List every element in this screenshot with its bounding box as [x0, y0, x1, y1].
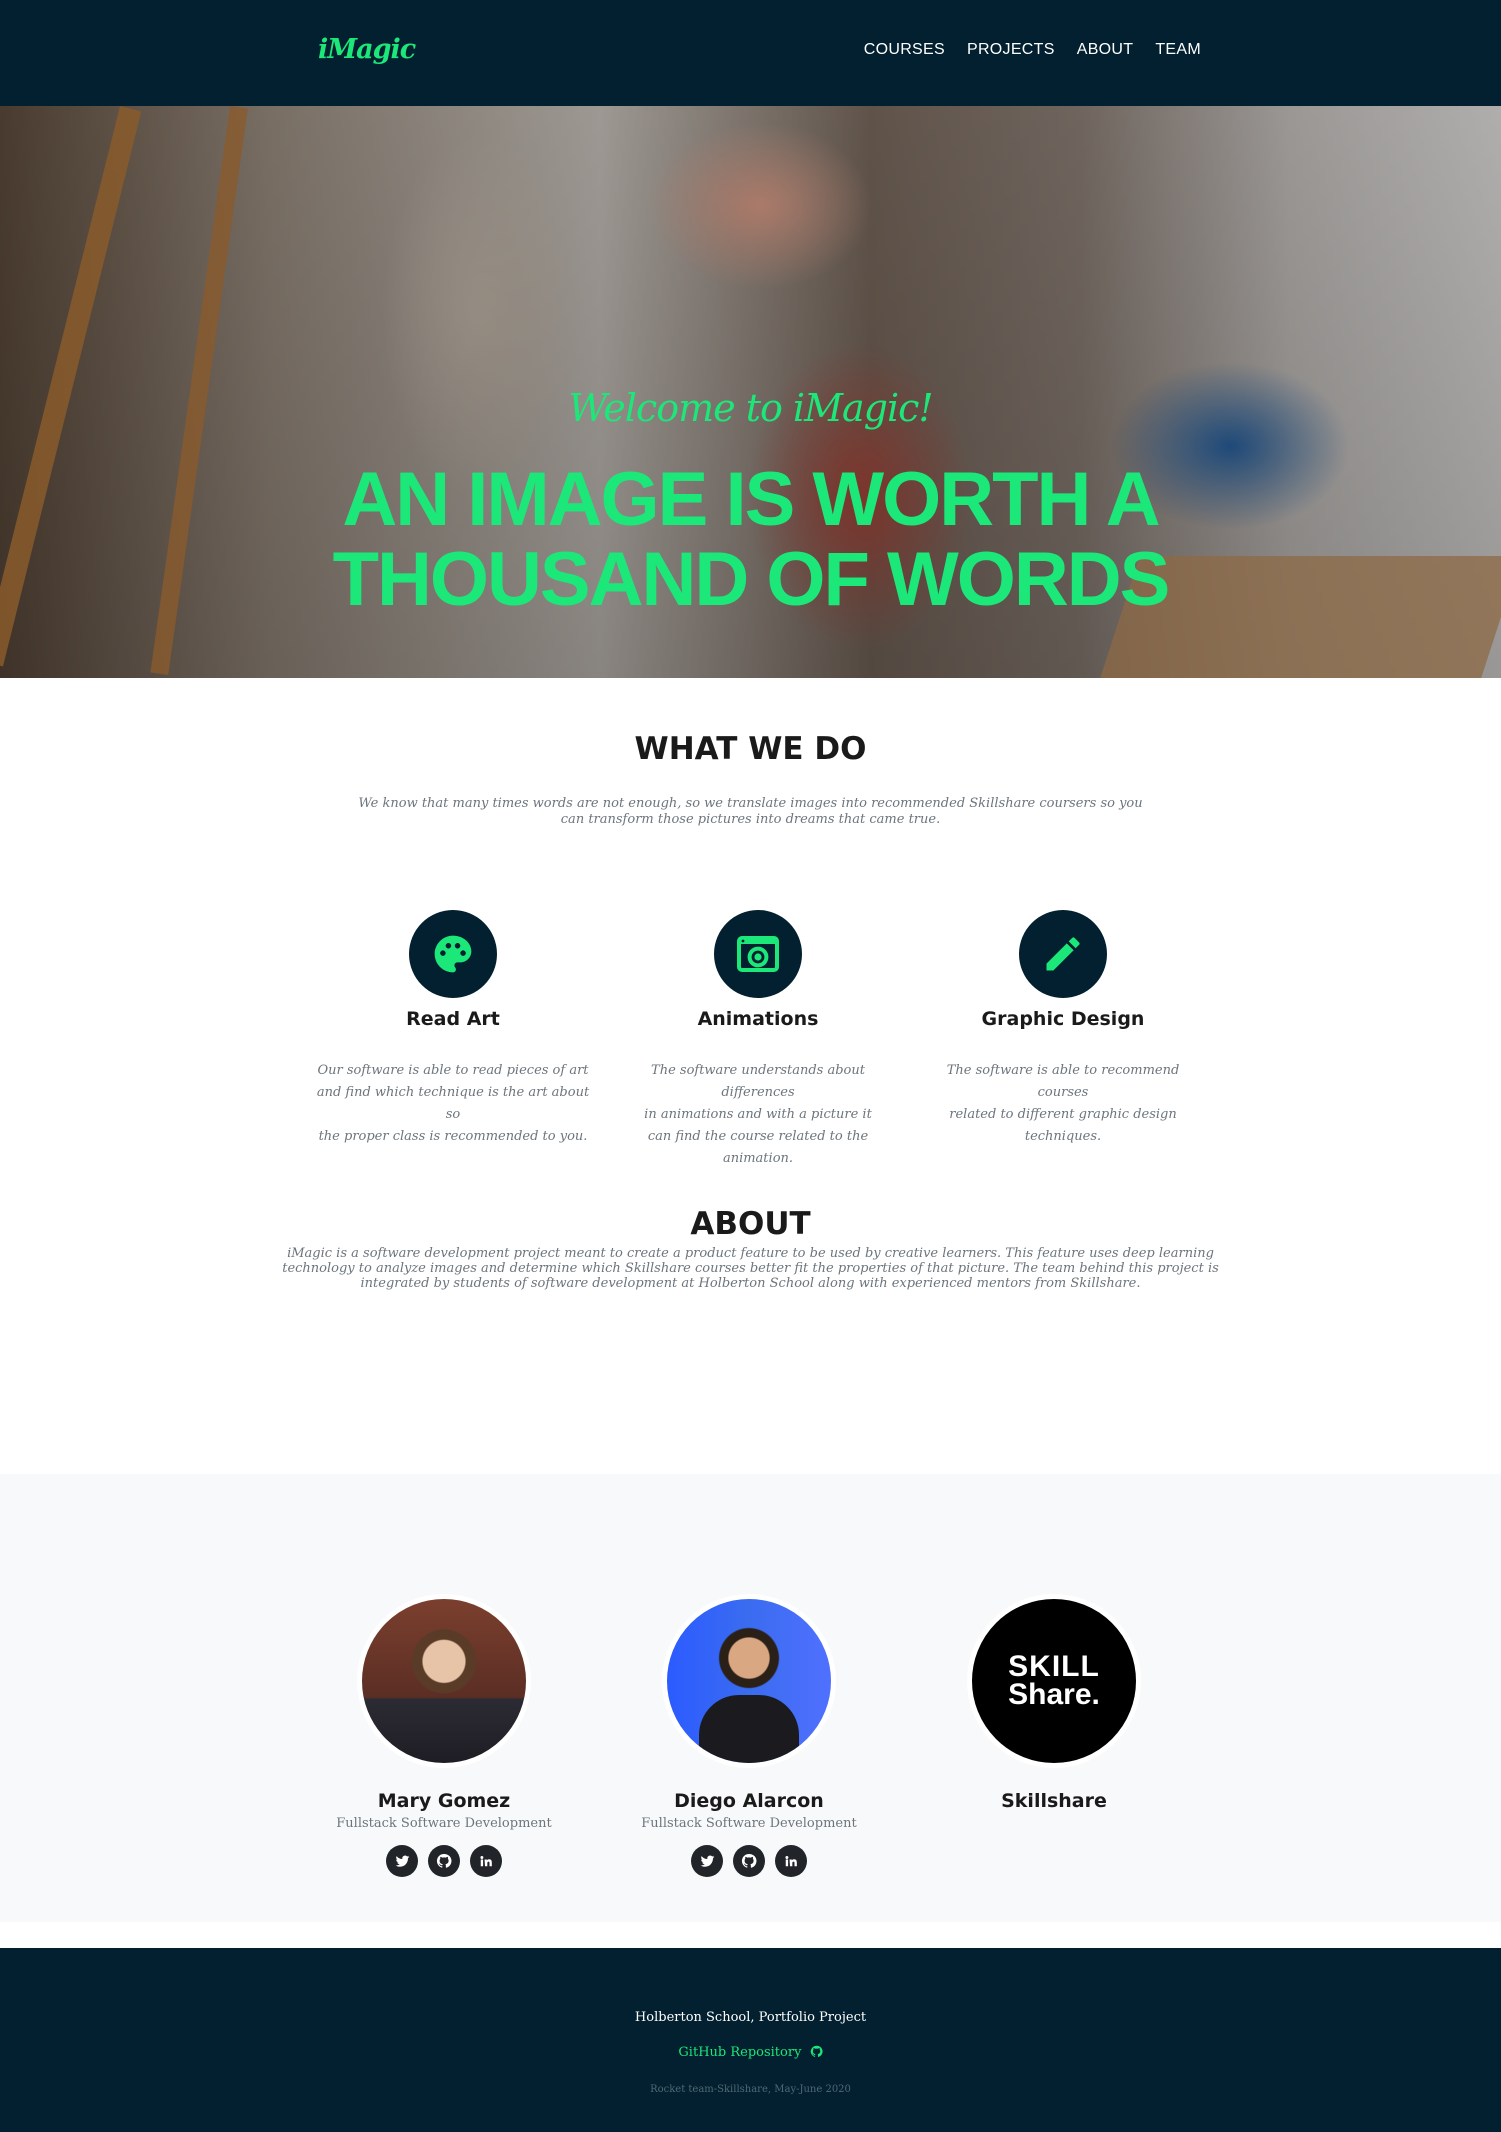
what-we-do-text-line2: can transform those pictures into dreams…: [560, 812, 941, 827]
hero-title: AN IMAGE IS WORTH A THOUSAND OF WORDS: [0, 460, 1501, 620]
service-text-line: the proper class is recommended to you.: [318, 1129, 588, 1144]
skillshare-logo-line2: Share.: [1008, 1678, 1100, 1711]
service-text-line: Our software is able to read pieces of a…: [317, 1063, 589, 1078]
service-icon-circle: [409, 910, 497, 998]
twitter-icon[interactable]: [386, 1845, 418, 1877]
team-member-diego: Diego Alarcon Fullstack Software Develop…: [609, 1594, 889, 1877]
pencil-icon: [1046, 937, 1080, 971]
service-graphic-design: Graphic Design The software is able to r…: [923, 910, 1203, 1148]
linkedin-icon[interactable]: [775, 1845, 807, 1877]
service-title: Graphic Design: [981, 1008, 1145, 1030]
nav-link-courses[interactable]: COURSES: [864, 41, 945, 59]
member-role: Fullstack Software Development: [336, 1816, 552, 1831]
avatar: [357, 1594, 531, 1768]
github-repository-link[interactable]: GitHub Repository: [0, 2045, 1501, 2060]
github-icon[interactable]: [733, 1845, 765, 1877]
service-title: Animations: [697, 1008, 819, 1030]
about-text-line1: iMagic is a software development project…: [287, 1246, 1214, 1261]
social-links: [609, 1845, 889, 1877]
about-title: ABOUT: [690, 1206, 811, 1242]
about-text: iMagic is a software development project…: [280, 1246, 1221, 1291]
footer-title: Holberton School, Portfolio Project: [634, 2010, 867, 2025]
navbar: iMagic COURSES PROJECTS ABOUT TEAM: [0, 0, 1501, 106]
hero-title-line2: THOUSAND OF WORDS: [332, 537, 1171, 622]
hero-title-line1: AN IMAGE IS WORTH A: [342, 457, 1160, 542]
service-icon-circle: [1019, 910, 1107, 998]
service-read-art: Read Art Our software is able to read pi…: [313, 910, 593, 1148]
service-text: Our software is able to read pieces of a…: [313, 1060, 593, 1148]
service-animations: Animations The software understands abou…: [618, 910, 898, 1170]
team-member-skillshare: SKILL Share. Skillshare: [914, 1594, 1194, 1812]
team-member-mary: Mary Gomez Fullstack Software Developmen…: [304, 1594, 584, 1877]
member-name: Mary Gomez: [377, 1790, 511, 1812]
nav-link-projects[interactable]: PROJECTS: [967, 41, 1055, 59]
member-role: Fullstack Software Development: [641, 1816, 857, 1831]
hero-subtitle: Welcome to iMagic!: [568, 386, 933, 430]
twitter-icon[interactable]: [691, 1845, 723, 1877]
footer: Holberton School, Portfolio Project GitH…: [0, 1948, 1501, 2132]
service-text-line: and find which technique is the art abou…: [316, 1085, 590, 1122]
member-name: Skillshare: [1001, 1790, 1107, 1812]
service-icon-circle: [714, 910, 802, 998]
palette-icon: [434, 935, 472, 973]
social-links: [304, 1845, 584, 1877]
member-name: Diego Alarcon: [674, 1790, 824, 1812]
footer-copyright: Rocket team-Skillshare, May-June 2020: [650, 2084, 851, 2095]
service-text: The software understands about differenc…: [618, 1060, 898, 1170]
hero-section: Welcome to iMagic! AN IMAGE IS WORTH A T…: [0, 106, 1501, 678]
service-title: Read Art: [406, 1008, 500, 1030]
about-text-line2: technology to analyze images and determi…: [282, 1261, 1219, 1276]
service-text-line: related to different graphic design tech…: [949, 1107, 1177, 1144]
brand-logo[interactable]: iMagic: [318, 34, 416, 65]
skillshare-logo: SKILL Share.: [967, 1594, 1141, 1768]
about-text-line3: integrated by students of software devel…: [360, 1276, 1141, 1291]
team-section: Mary Gomez Fullstack Software Developmen…: [0, 1474, 1501, 1922]
avatar: [662, 1594, 836, 1768]
linkedin-icon[interactable]: [470, 1845, 502, 1877]
avatar-shirt: [699, 1695, 799, 1763]
nav-link-team[interactable]: TEAM: [1155, 41, 1201, 59]
skillshare-logo-line1: SKILL: [1008, 1650, 1100, 1683]
what-we-do-text: We know that many times words are not en…: [300, 796, 1201, 828]
github-icon: [810, 2045, 823, 2057]
camera-icon: [737, 936, 779, 972]
service-text-line: can find the course related to the anima…: [647, 1129, 869, 1166]
what-we-do-title: WHAT WE DO: [634, 731, 867, 767]
github-icon[interactable]: [428, 1845, 460, 1877]
nav-links: COURSES PROJECTS ABOUT TEAM: [864, 41, 1201, 59]
service-text: The software is able to recommend course…: [923, 1060, 1203, 1148]
github-repository-label[interactable]: GitHub Repository: [678, 2045, 801, 2060]
service-text-line: in animations and with a picture it: [644, 1107, 872, 1122]
service-text-line: The software is able to recommend course…: [946, 1063, 1180, 1100]
service-text-line: The software understands about differenc…: [651, 1063, 865, 1100]
nav-link-about[interactable]: ABOUT: [1077, 41, 1134, 59]
what-we-do-text-line1: We know that many times words are not en…: [358, 796, 1143, 811]
